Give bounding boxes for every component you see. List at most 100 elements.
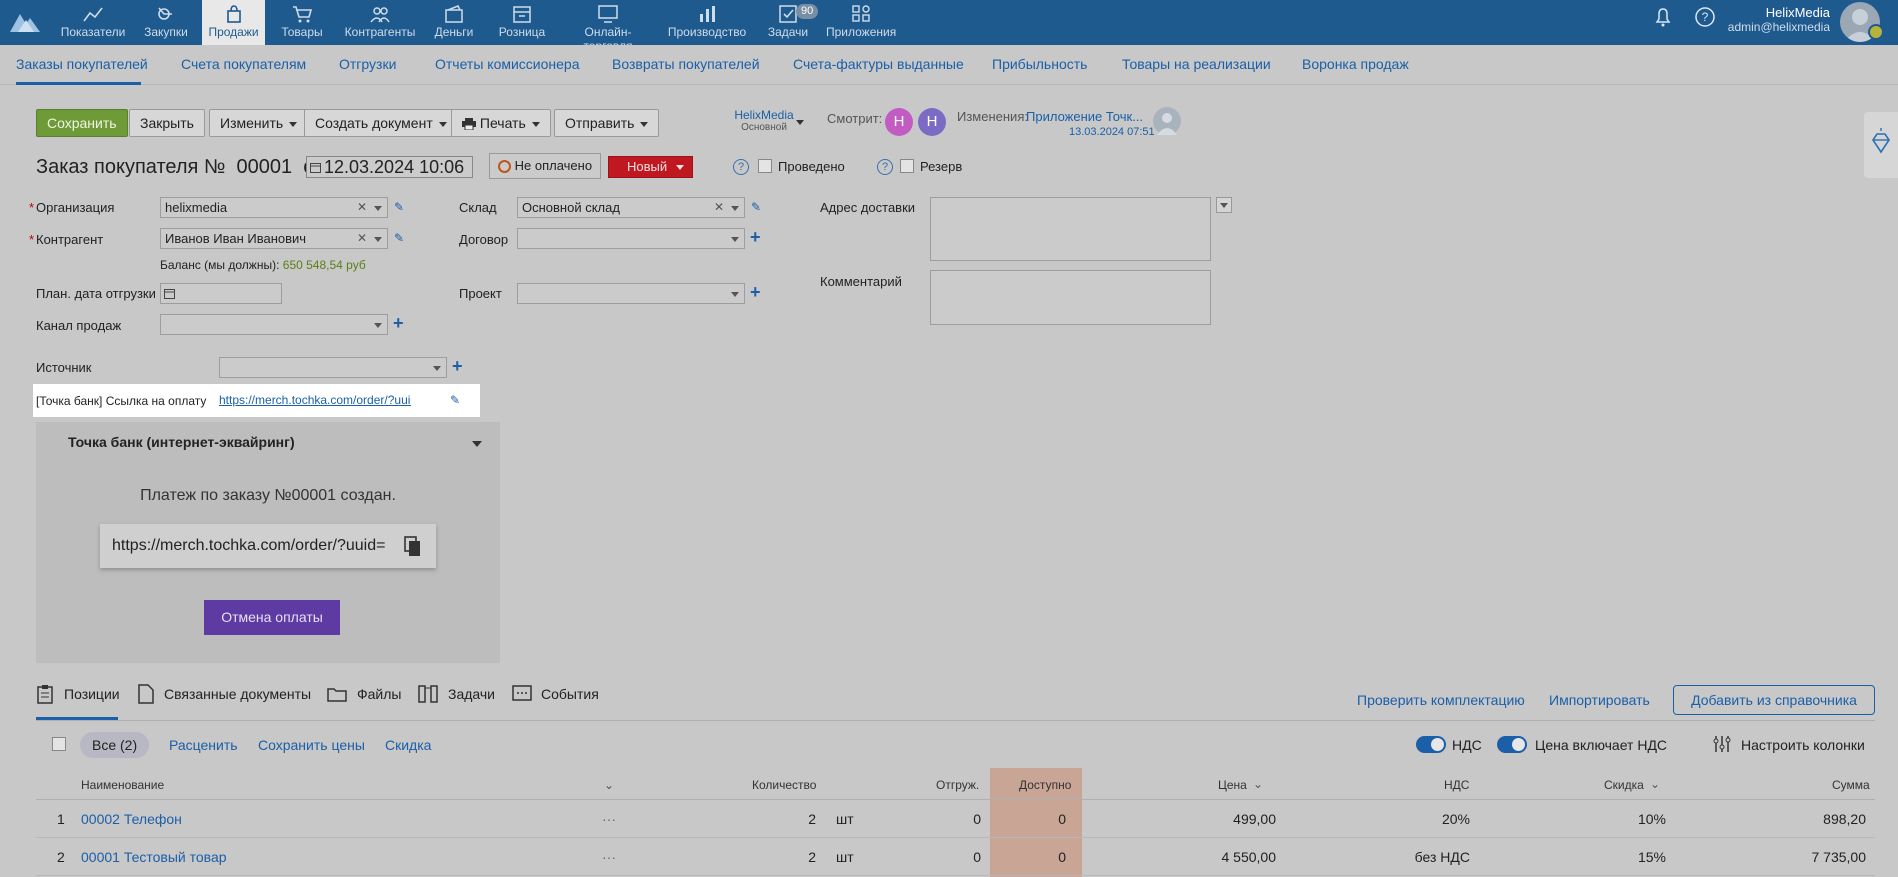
clear-icon[interactable]: ✕ bbox=[357, 200, 367, 214]
payment-link[interactable]: https://merch.tochka.com/order/?uuid=... bbox=[219, 393, 411, 407]
row-vat[interactable]: без НДС bbox=[1366, 849, 1470, 865]
table-row[interactable]: 1 00002 Телефон ··· 2 шт 0 0 499,00 20% … bbox=[36, 800, 1875, 838]
row-quantity[interactable]: 2 bbox=[736, 849, 816, 865]
row-more-icon[interactable]: ··· bbox=[602, 849, 616, 865]
posted-checkbox[interactable] bbox=[758, 159, 772, 173]
nav-tasks[interactable]: 90 Задачи bbox=[762, 0, 819, 45]
row-discount[interactable]: 10% bbox=[1566, 811, 1666, 827]
order-state-select[interactable]: Новый bbox=[608, 156, 693, 178]
nav-retail[interactable]: Розница bbox=[494, 0, 550, 45]
row-discount[interactable]: 15% bbox=[1566, 849, 1666, 865]
nav-counterparties[interactable]: Контрагенты bbox=[340, 0, 420, 45]
close-button[interactable]: Закрыть bbox=[129, 109, 205, 137]
tab-files[interactable]: Файлы bbox=[357, 686, 401, 702]
table-row[interactable]: 2 00001 Тестовый товар ··· 2 шт 0 0 4 55… bbox=[36, 838, 1875, 876]
copy-icon[interactable] bbox=[404, 536, 422, 558]
subtab-sales-funnel[interactable]: Воронка продаж bbox=[1302, 56, 1409, 72]
user-info[interactable]: HelixMedia admin@helixmedia bbox=[1728, 6, 1830, 35]
subtab-commission-reports[interactable]: Отчеты комиссионера bbox=[435, 56, 580, 72]
select-all-checkbox[interactable] bbox=[52, 737, 66, 751]
help-reserve-icon[interactable]: ? bbox=[877, 159, 893, 175]
contract-field[interactable] bbox=[517, 228, 745, 249]
ship-date-field[interactable] bbox=[160, 283, 282, 304]
chevron-down-icon[interactable] bbox=[731, 237, 739, 242]
watcher-avatar[interactable]: H bbox=[885, 108, 913, 136]
chevron-down-icon[interactable] bbox=[796, 120, 804, 125]
nav-purchases[interactable]: Закупки bbox=[138, 0, 194, 45]
cancel-payment-button[interactable]: Отмена оплаты bbox=[204, 600, 340, 635]
order-date-field[interactable]: 12.03.2024 10:06 bbox=[306, 156, 473, 178]
save-button[interactable]: Сохранить bbox=[36, 109, 128, 137]
moysklad-logo-icon[interactable] bbox=[8, 6, 42, 36]
row-quantity[interactable]: 2 bbox=[736, 811, 816, 827]
discount-link[interactable]: Скидка bbox=[385, 737, 431, 753]
warehouse-field[interactable]: Основной склад ✕ bbox=[517, 197, 745, 218]
filter-all-pill[interactable]: Все (2) bbox=[80, 732, 150, 758]
project-field[interactable] bbox=[517, 283, 745, 304]
row-price[interactable]: 4 550,00 bbox=[1156, 849, 1277, 865]
chevron-down-icon[interactable] bbox=[374, 206, 382, 211]
col-shipped[interactable]: Отгруж. bbox=[936, 778, 979, 792]
row-vat[interactable]: 20% bbox=[1366, 811, 1470, 827]
source-field[interactable] bbox=[219, 357, 447, 378]
side-app-panel[interactable] bbox=[1864, 112, 1898, 178]
import-link[interactable]: Импортировать bbox=[1549, 692, 1650, 708]
subtab-returns[interactable]: Возвраты покупателей bbox=[612, 56, 760, 72]
print-button[interactable]: Печать bbox=[451, 109, 551, 137]
chevron-down-icon[interactable] bbox=[374, 237, 382, 242]
row-more-icon[interactable]: ··· bbox=[602, 811, 616, 827]
nav-indicators[interactable]: Показатели bbox=[58, 0, 128, 45]
edit-pencil-icon[interactable]: ✎ bbox=[450, 393, 460, 407]
counterparty-field[interactable]: Иванов Иван Иванович ✕ bbox=[160, 228, 388, 249]
col-name[interactable]: Наименование bbox=[81, 778, 164, 792]
delivery-address-input[interactable] bbox=[930, 197, 1211, 261]
clear-icon[interactable]: ✕ bbox=[714, 200, 724, 214]
sales-channel-field[interactable] bbox=[160, 314, 388, 335]
vat-toggle[interactable] bbox=[1416, 736, 1446, 753]
collapse-caret-icon[interactable] bbox=[472, 441, 482, 447]
subtab-consignment[interactable]: Товары на реализации bbox=[1122, 56, 1271, 72]
tab-events[interactable]: События bbox=[541, 686, 599, 702]
help-posted-icon[interactable]: ? bbox=[733, 159, 749, 175]
tab-positions[interactable]: Позиции bbox=[64, 686, 120, 702]
add-from-catalog-button[interactable]: Добавить из справочника bbox=[1673, 685, 1875, 715]
nav-production[interactable]: Производство bbox=[666, 0, 748, 45]
col-quantity[interactable]: Количество bbox=[752, 778, 816, 792]
add-project-icon[interactable]: + bbox=[750, 282, 761, 303]
reprice-link[interactable]: Расценить bbox=[169, 737, 238, 753]
subtab-shipments[interactable]: Отгрузки bbox=[339, 56, 396, 72]
payment-link-box[interactable]: https://merch.tochka.com/order/?uuid= bbox=[100, 524, 436, 568]
nav-online-trade[interactable]: Онлайн-торговля bbox=[560, 0, 656, 53]
edit-pencil-icon[interactable]: ✎ bbox=[394, 231, 404, 245]
comment-input[interactable] bbox=[930, 270, 1211, 325]
nav-apps[interactable]: Приложения bbox=[826, 0, 896, 45]
nav-money[interactable]: Деньги bbox=[428, 0, 480, 45]
nav-goods[interactable]: Товары bbox=[274, 0, 330, 45]
edit-pencil-icon[interactable]: ✎ bbox=[751, 200, 761, 214]
chevron-down-icon[interactable]: ⌄ bbox=[1650, 777, 1660, 791]
nav-sales[interactable]: Продажи bbox=[202, 0, 265, 45]
subtab-invoices[interactable]: Счета покупателям bbox=[181, 56, 306, 72]
delivery-expand-button[interactable] bbox=[1216, 197, 1232, 213]
configure-columns-link[interactable]: Настроить колонки bbox=[1741, 737, 1865, 753]
account-switcher[interactable]: HelixMedia Основной bbox=[731, 108, 797, 133]
subtab-profitability[interactable]: Прибыльность bbox=[992, 56, 1087, 72]
watcher-avatar[interactable]: H bbox=[918, 108, 946, 136]
changes-source-link[interactable]: Приложение Точк... bbox=[1026, 109, 1143, 124]
chevron-down-icon[interactable] bbox=[433, 366, 441, 371]
send-button[interactable]: Отправить bbox=[554, 109, 660, 137]
save-prices-link[interactable]: Сохранить цены bbox=[258, 737, 365, 753]
chevron-down-icon[interactable]: ⌄ bbox=[604, 778, 614, 792]
col-price[interactable]: Цена bbox=[1218, 778, 1247, 792]
edit-pencil-icon[interactable]: ✎ bbox=[394, 200, 404, 214]
row-name-link[interactable]: 00001 Тестовый товар bbox=[81, 849, 227, 865]
help-circle-icon[interactable]: ? bbox=[1694, 6, 1716, 28]
tab-tasks[interactable]: Задачи bbox=[448, 686, 495, 702]
chevron-down-icon[interactable] bbox=[374, 323, 382, 328]
subtab-tax-invoices[interactable]: Счета-фактуры выданные bbox=[793, 56, 964, 72]
col-sum[interactable]: Сумма bbox=[1832, 778, 1870, 792]
columns-settings-icon[interactable] bbox=[1712, 734, 1732, 754]
row-price[interactable]: 499,00 bbox=[1156, 811, 1276, 827]
add-sales-channel-icon[interactable]: + bbox=[393, 313, 404, 334]
reserve-checkbox[interactable] bbox=[900, 159, 914, 173]
